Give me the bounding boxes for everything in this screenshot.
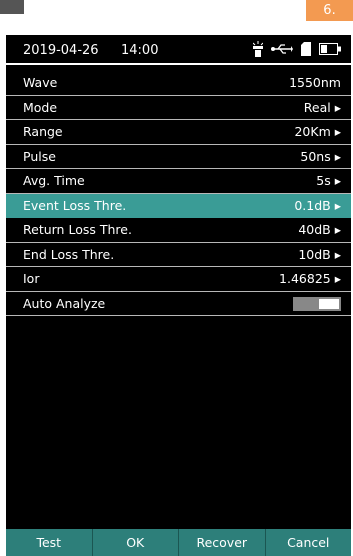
row-label: Auto Analyze [23, 295, 106, 311]
row-label: Event Loss Thre. [23, 197, 127, 213]
row-label: Range [23, 124, 63, 139]
row-value: Real ▸ [303, 99, 341, 115]
recover-button[interactable]: Recover [178, 529, 265, 556]
row-auto-analyze[interactable]: Auto Analyze [6, 292, 351, 316]
row-return-loss-threshold[interactable]: Return Loss Thre. 40dB ▸ [6, 218, 351, 243]
row-value: 20Km ▸ [294, 124, 341, 139]
row-value: 5s ▸ [316, 173, 341, 188]
row-label: Wave [23, 75, 58, 90]
row-label: Avg. Time [23, 173, 85, 188]
sd-card-icon [301, 42, 311, 56]
corner-tab-left [0, 0, 24, 14]
test-button[interactable]: Test [6, 529, 92, 556]
row-value: 40dB ▸ [298, 222, 341, 237]
row-label: Return Loss Thre. [23, 222, 132, 237]
row-avg-time[interactable]: Avg. Time 5s ▸ [6, 169, 351, 194]
toggle-knob [319, 298, 339, 309]
settings-list: Wave 1550nm Mode Real ▸ Range 20Km ▸ Pul… [6, 71, 351, 316]
device-screen: 2019-04-26 14:00 Wave 1550nm Mode Real ▸… [6, 35, 351, 556]
row-value: 50ns ▸ [300, 148, 341, 164]
ok-button[interactable]: OK [91, 529, 178, 556]
row-label: End Loss Thre. [23, 246, 115, 262]
battery-icon [319, 43, 341, 55]
row-event-loss-threshold[interactable]: Event Loss Thre. 0.1dB ▸ [6, 193, 351, 218]
row-label: Ior [23, 271, 40, 286]
row-value: 1550nm [289, 75, 341, 90]
status-icons [253, 41, 341, 57]
auto-analyze-toggle[interactable] [293, 296, 341, 311]
row-label: Mode [23, 99, 58, 115]
row-mode[interactable]: Mode Real ▸ [6, 96, 351, 120]
status-bar: 2019-04-26 14:00 [6, 35, 351, 65]
status-date: 2019-04-26 [23, 43, 99, 58]
cancel-button[interactable]: Cancel [264, 529, 351, 556]
status-time: 14:00 [121, 43, 159, 58]
flashlight-icon [253, 41, 263, 57]
row-ior[interactable]: Ior 1.46825 ▸ [6, 267, 351, 292]
row-end-loss-threshold[interactable]: End Loss Thre. 10dB ▸ [6, 243, 351, 267]
row-value: 10dB ▸ [298, 246, 341, 262]
corner-tab-right: 6. [306, 0, 353, 21]
bottom-button-bar: Test OK Recover Cancel [6, 529, 351, 556]
row-label: Pulse [23, 148, 56, 164]
row-pulse[interactable]: Pulse 50ns ▸ [6, 145, 351, 169]
row-wave[interactable]: Wave 1550nm [6, 71, 351, 96]
row-value: 0.1dB ▸ [294, 197, 341, 213]
row-range[interactable]: Range 20Km ▸ [6, 120, 351, 145]
row-value: 1.46825 ▸ [279, 271, 341, 286]
usb-icon [271, 44, 293, 54]
